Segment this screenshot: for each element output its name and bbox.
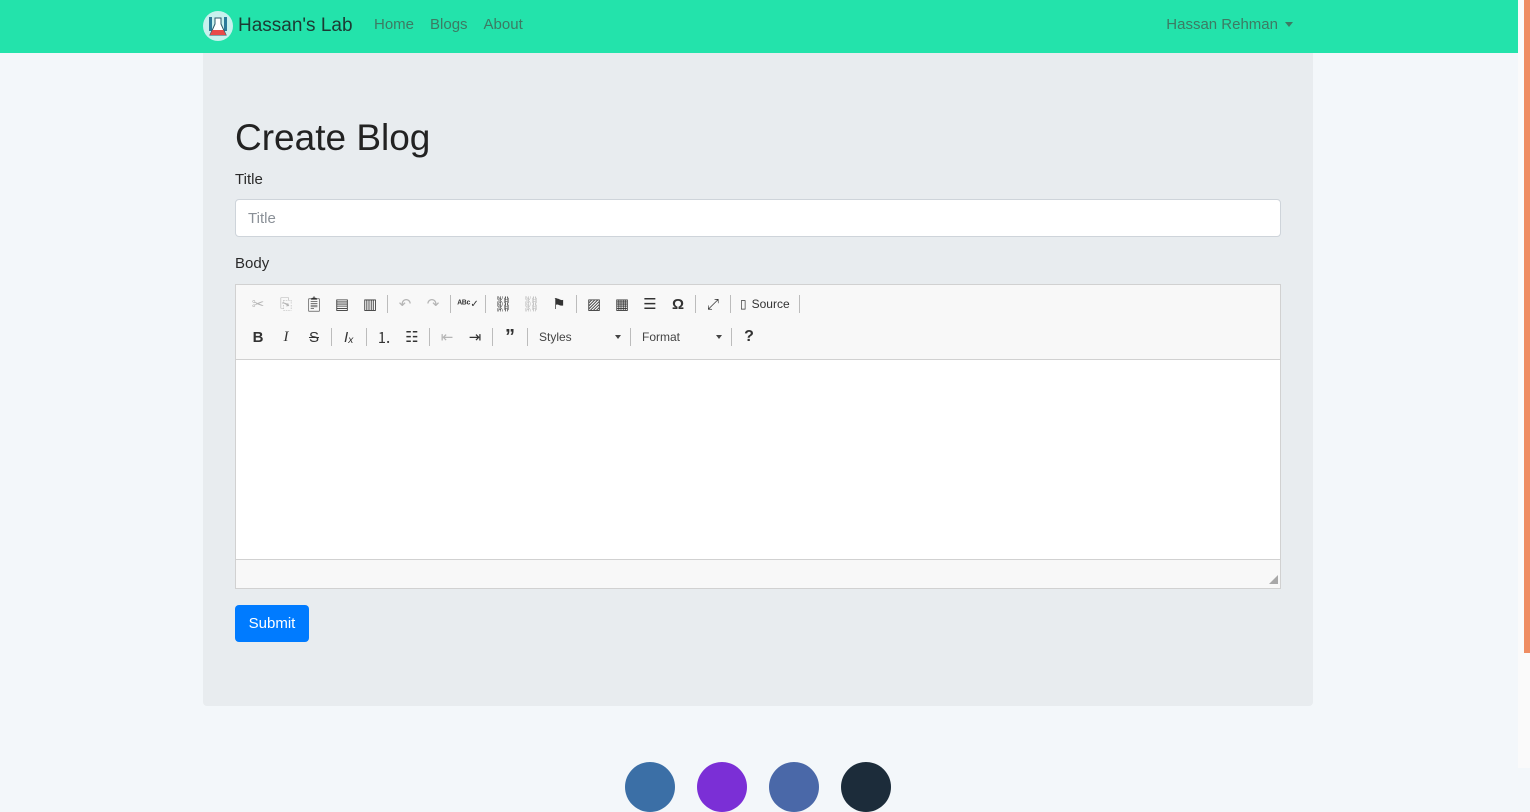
title-input[interactable] [235, 199, 1281, 237]
undo-icon[interactable]: ↶ [391, 291, 419, 317]
submit-button[interactable]: Submit [235, 605, 309, 642]
styles-dropdown[interactable]: Styles [531, 326, 627, 348]
title-label: Title [235, 171, 263, 188]
lab-flask-logo-icon [203, 11, 233, 41]
redo-icon[interactable]: ↷ [419, 291, 447, 317]
brand-name: Hassan's Lab [238, 15, 353, 36]
toolbar-separator [485, 295, 486, 313]
rich-text-editor: ✂ ⎘ 📋︎ ▤ ▥ ↶ ↷ ᴬᴮᶜ✓ ⛓ ⛓ ⚑ ▨ ▦ ☰ Ω ⤢ ▯ So… [235, 284, 1281, 589]
link-icon[interactable]: ⛓ [489, 291, 517, 317]
toolbar-separator [731, 328, 732, 346]
scrollbar-thumb[interactable] [1524, 0, 1530, 653]
help-icon[interactable]: ? [735, 324, 763, 350]
image-icon[interactable]: ▨ [580, 291, 608, 317]
spellcheck-icon[interactable]: ᴬᴮᶜ✓ [454, 291, 482, 317]
styles-label: Styles [539, 330, 572, 344]
special-char-icon[interactable]: Ω [664, 291, 692, 317]
toolbar-separator [450, 295, 451, 313]
toolbar-separator [387, 295, 388, 313]
bold-icon[interactable]: B [244, 324, 272, 350]
nav-link-home[interactable]: Home [374, 16, 414, 33]
social-icon[interactable] [625, 762, 675, 812]
create-blog-panel: Create Blog Title Body ✂ ⎘ 📋︎ ▤ ▥ ↶ ↷ ᴬᴮ… [203, 53, 1313, 706]
outdent-icon[interactable]: ⇤ [433, 324, 461, 350]
toolbar-separator [527, 328, 528, 346]
social-icon[interactable] [769, 762, 819, 812]
user-name: Hassan Rehman [1166, 16, 1278, 33]
paste-icon[interactable]: 📋︎ [300, 291, 328, 317]
dropdown-arrow-icon [615, 335, 621, 339]
italic-icon[interactable]: I [272, 324, 300, 350]
user-dropdown[interactable]: Hassan Rehman [1166, 16, 1293, 33]
source-icon: ▯ [740, 297, 747, 311]
dropdown-arrow-icon [716, 335, 722, 339]
anchor-icon[interactable]: ⚑ [545, 291, 573, 317]
horizontal-line-icon[interactable]: ☰ [636, 291, 664, 317]
paste-text-icon[interactable]: ▤ [328, 291, 356, 317]
toolbar-separator [576, 295, 577, 313]
blockquote-icon[interactable]: ” [496, 324, 524, 350]
numbered-list-icon[interactable]: ⒈ [370, 324, 398, 350]
format-dropdown[interactable]: Format [634, 326, 728, 348]
editor-toolbar-row-1: ✂ ⎘ 📋︎ ▤ ▥ ↶ ↷ ᴬᴮᶜ✓ ⛓ ⛓ ⚑ ▨ ▦ ☰ Ω ⤢ ▯ So… [244, 289, 803, 319]
editor-content-area[interactable] [236, 359, 1280, 560]
body-label: Body [235, 255, 270, 272]
caret-down-icon [1285, 22, 1293, 27]
nav-link-about[interactable]: About [484, 16, 523, 33]
toolbar-separator [366, 328, 367, 346]
cut-icon[interactable]: ✂ [244, 291, 272, 317]
remove-format-icon[interactable]: Iₓ [335, 324, 363, 350]
source-label: Source [751, 297, 790, 311]
unlink-icon[interactable]: ⛓ [517, 291, 545, 317]
social-icon[interactable] [841, 762, 891, 812]
strikethrough-icon[interactable]: S [300, 324, 328, 350]
toolbar-separator [695, 295, 696, 313]
maximize-icon[interactable]: ⤢ [699, 291, 727, 317]
toolbar-separator [630, 328, 631, 346]
source-button[interactable]: ▯ Source [734, 297, 796, 311]
format-label: Format [642, 330, 681, 344]
brand-link[interactable]: Hassan's Lab [203, 10, 353, 42]
nav-link-blogs[interactable]: Blogs [430, 16, 468, 33]
copy-icon[interactable]: ⎘ [272, 291, 300, 317]
editor-toolbar-row-2: B I S Iₓ ⒈ ☷ ⇤ ⇥ ” Styles Format ? [244, 322, 763, 352]
bulleted-list-icon[interactable]: ☷ [398, 324, 426, 350]
social-icon[interactable] [697, 762, 747, 812]
toolbar-separator [798, 295, 800, 313]
indent-icon[interactable]: ⇥ [461, 324, 489, 350]
toolbar-separator [730, 295, 731, 313]
table-icon[interactable]: ▦ [608, 291, 636, 317]
toolbar-separator [331, 328, 332, 346]
paste-word-icon[interactable]: ▥ [356, 291, 384, 317]
top-navbar: Hassan's Lab Home Blogs About Hassan Reh… [0, 0, 1518, 53]
resize-grip-icon[interactable] [1269, 575, 1278, 584]
nav-links: Home Blogs About [374, 16, 539, 33]
toolbar-separator [492, 328, 493, 346]
page-title: Create Blog [235, 117, 431, 158]
toolbar-separator [429, 328, 430, 346]
